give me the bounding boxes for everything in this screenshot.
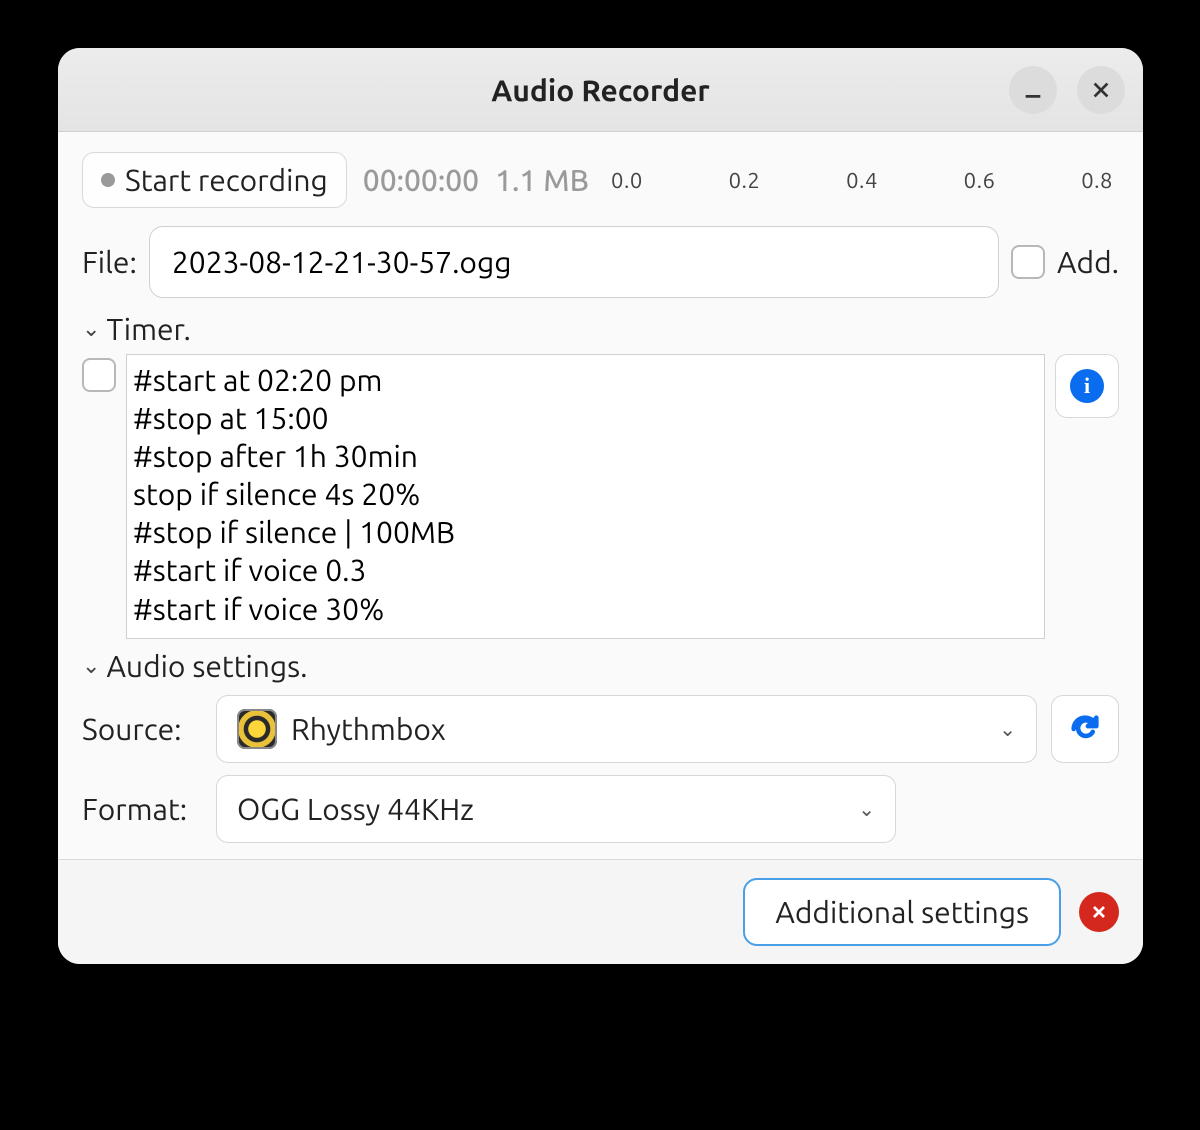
- chevron-down-icon: ⌄: [82, 316, 100, 342]
- tick: 0.4: [846, 168, 878, 193]
- add-to-file-checkbox[interactable]: [1011, 245, 1045, 279]
- format-value: OGG Lossy 44KHz: [237, 792, 474, 826]
- tick: 0.2: [729, 168, 761, 193]
- recording-row: Start recording 00:00:00 1.1 MB 0.0 0.2 …: [82, 152, 1119, 208]
- close-x-icon: [1089, 902, 1109, 922]
- format-row: Format: OGG Lossy 44KHz ⌄: [82, 775, 1119, 843]
- additional-settings-label: Additional settings: [775, 895, 1029, 929]
- source-value: Rhythmbox: [291, 712, 446, 746]
- timer-header-label: Timer.: [106, 312, 190, 346]
- timer-enable-checkbox[interactable]: [82, 358, 116, 392]
- start-recording-label: Start recording: [125, 163, 328, 197]
- filename-input[interactable]: [149, 226, 999, 298]
- file-size: 1.1 MB: [495, 163, 589, 197]
- audio-settings-header-label: Audio settings.: [106, 649, 307, 683]
- level-meter: 0.0 0.2 0.4 0.6 0.8: [605, 168, 1119, 193]
- app-window: Audio Recorder Start recording 00:00:00 …: [58, 48, 1143, 964]
- start-recording-button[interactable]: Start recording: [82, 152, 347, 208]
- timer-info-button[interactable]: i: [1055, 354, 1119, 418]
- chevron-down-icon: ⌄: [82, 653, 100, 679]
- bottom-bar: Additional settings: [58, 859, 1143, 964]
- minimize-button[interactable]: [1009, 66, 1057, 114]
- format-dropdown[interactable]: OGG Lossy 44KHz ⌄: [216, 775, 896, 843]
- chevron-down-icon: ⌄: [999, 717, 1016, 741]
- source-row: Source: Rhythmbox ⌄: [82, 695, 1119, 763]
- add-label: Add.: [1057, 245, 1119, 279]
- file-label: File:: [82, 245, 137, 279]
- window-title: Audio Recorder: [491, 73, 709, 107]
- minimize-icon: [1022, 78, 1044, 100]
- titlebar: Audio Recorder: [58, 48, 1143, 132]
- rhythmbox-icon: [237, 709, 277, 749]
- audio-settings-expander[interactable]: ⌄ Audio settings.: [82, 649, 1119, 683]
- file-row: File: Add.: [82, 226, 1119, 298]
- timer-expander[interactable]: ⌄ Timer.: [82, 312, 1119, 346]
- additional-settings-button[interactable]: Additional settings: [743, 878, 1061, 946]
- record-dot-icon: [101, 173, 115, 187]
- timer-commands-textarea[interactable]: [126, 354, 1045, 639]
- close-app-button[interactable]: [1079, 892, 1119, 932]
- close-window-button[interactable]: [1077, 66, 1125, 114]
- window-controls: [1009, 66, 1125, 114]
- format-label: Format:: [82, 792, 202, 826]
- tick: 0.8: [1081, 168, 1113, 193]
- tick: 0.6: [964, 168, 996, 193]
- close-icon: [1090, 79, 1112, 101]
- content-area: Start recording 00:00:00 1.1 MB 0.0 0.2 …: [58, 132, 1143, 964]
- refresh-sources-button[interactable]: [1051, 695, 1119, 763]
- chevron-down-icon: ⌄: [858, 797, 875, 821]
- source-dropdown[interactable]: Rhythmbox ⌄: [216, 695, 1037, 763]
- tick: 0.0: [611, 168, 643, 193]
- info-icon: i: [1070, 369, 1104, 403]
- timer-row: i: [82, 354, 1119, 639]
- refresh-icon: [1068, 712, 1102, 746]
- source-label: Source:: [82, 712, 202, 746]
- elapsed-time: 00:00:00: [363, 163, 479, 197]
